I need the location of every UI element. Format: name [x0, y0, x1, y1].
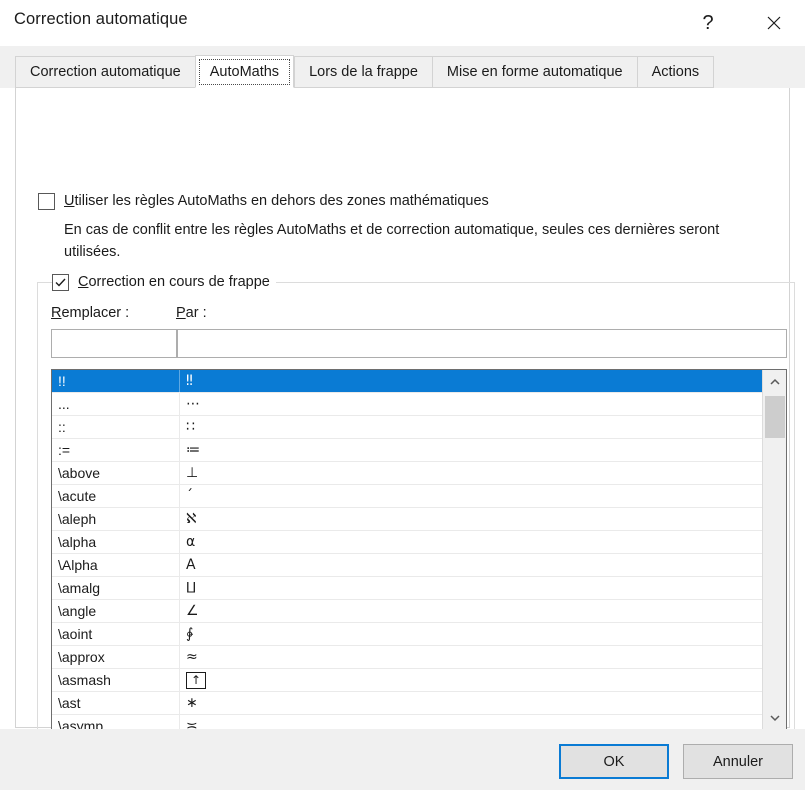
- table-row[interactable]: \alpha α: [52, 530, 762, 554]
- table-row[interactable]: \Alpha Α: [52, 553, 762, 577]
- row-with-value: ⋯: [186, 395, 200, 412]
- tab-automaths[interactable]: AutoMaths: [194, 55, 295, 88]
- list-scrollbar[interactable]: [762, 370, 786, 730]
- row-with-value: ≈: [186, 648, 198, 665]
- row-replace-value: \aleph: [52, 507, 180, 531]
- row-replace-value: \above: [52, 461, 180, 485]
- checkbox-use-automath-outside[interactable]: Utiliser les règles AutoMaths en dehors …: [38, 193, 489, 210]
- help-icon[interactable]: ?: [685, 0, 731, 46]
- title-bar: Correction automatique ?: [0, 0, 805, 46]
- table-row[interactable]: \approx ≈: [52, 645, 762, 669]
- table-row[interactable]: \acute ´: [52, 484, 762, 508]
- checkbox-label-rest: tiliser les règles AutoMaths en dehors d…: [74, 193, 489, 209]
- replace-label-rest: emplacer :: [61, 305, 130, 321]
- tab-content-panel: Utiliser les règles AutoMaths en dehors …: [15, 88, 795, 790]
- table-row[interactable]: \ast ∗: [52, 691, 762, 715]
- replace-input[interactable]: [51, 329, 177, 358]
- row-replace-value: \Alpha: [52, 553, 180, 577]
- row-with-value: ´: [186, 487, 193, 504]
- chevron-up-icon[interactable]: [763, 370, 786, 394]
- tab-lors-de-la-frappe[interactable]: Lors de la frappe: [294, 56, 432, 88]
- table-row[interactable]: \angle ∠: [52, 599, 762, 623]
- row-with-value: ∷: [186, 418, 195, 435]
- tab-list: Correction automatique AutoMaths Lors de…: [15, 55, 715, 88]
- table-row[interactable]: \aleph ℵ: [52, 507, 762, 531]
- row-with-value: ⊥: [186, 464, 199, 481]
- table-row[interactable]: \asmash ↑: [52, 668, 762, 692]
- tab-strip: Correction automatique AutoMaths Lors de…: [0, 46, 805, 88]
- tab-mise-en-forme-automatique[interactable]: Mise en forme automatique: [431, 56, 637, 88]
- row-with-value: ≔: [186, 441, 200, 458]
- table-row[interactable]: :: ∷: [52, 415, 762, 439]
- row-replace-value: \ast: [52, 691, 180, 715]
- row-replace-value: \acute: [52, 484, 180, 508]
- row-replace-value: \asmash: [52, 668, 180, 692]
- row-replace-value: \angle: [52, 599, 180, 623]
- checkbox-correction-while-typing[interactable]: Correction en cours de frappe: [52, 274, 276, 291]
- with-label-rest: ar :: [185, 305, 207, 321]
- window-title: Correction automatique: [14, 10, 188, 28]
- chevron-down-icon[interactable]: [763, 706, 786, 730]
- checkbox-label-rest: orrection en cours de frappe: [88, 274, 270, 290]
- button-label: OK: [603, 753, 625, 770]
- row-with-value: ↑: [180, 669, 207, 692]
- table-row[interactable]: \aoint ∳: [52, 622, 762, 646]
- tab-actions[interactable]: Actions: [636, 56, 715, 88]
- checkbox-label: Utiliser les règles AutoMaths en dehors …: [64, 193, 489, 209]
- cancel-button[interactable]: Annuler: [683, 744, 793, 779]
- table-row[interactable]: \amalg ⨿: [52, 576, 762, 600]
- row-replace-value: \approx: [52, 645, 180, 669]
- row-replace-value: !!: [52, 370, 180, 393]
- table-row[interactable]: \above ⊥: [52, 461, 762, 485]
- ok-button[interactable]: OK: [559, 744, 669, 779]
- row-with-value: ∗: [186, 694, 198, 711]
- replacements-list-rows: !! ‼... ⋯:: ∷:= ≔ \above ⊥ \acute ´ \aleph ℵ \alpha…: [52, 370, 762, 730]
- row-replace-value: \alpha: [52, 530, 180, 554]
- row-with-value: ∠: [186, 602, 199, 619]
- row-with-value: ‼: [186, 372, 193, 389]
- checkbox-label: Correction en cours de frappe: [78, 274, 270, 290]
- checkbox-box[interactable]: [38, 193, 55, 210]
- with-label: Par :: [176, 305, 207, 321]
- with-input[interactable]: [177, 329, 787, 358]
- row-replace-value: \aoint: [52, 622, 180, 646]
- tab-label: Actions: [651, 64, 700, 80]
- row-replace-value: \amalg: [52, 576, 180, 600]
- close-icon[interactable]: [751, 0, 797, 46]
- row-with-value: α: [186, 533, 196, 550]
- row-replace-value: ::: [52, 415, 180, 439]
- row-with-value: ⨿: [186, 579, 197, 596]
- row-replace-value: :=: [52, 438, 180, 462]
- tab-label: Mise en forme automatique: [446, 64, 623, 80]
- replacements-list[interactable]: !! ‼... ⋯:: ∷:= ≔ \above ⊥ \acute ´ \aleph ℵ \alpha…: [51, 369, 787, 731]
- table-row[interactable]: := ≔: [52, 438, 762, 462]
- tab-correction-automatique[interactable]: Correction automatique: [15, 56, 195, 88]
- table-row[interactable]: !! ‼: [52, 370, 762, 393]
- replace-label: Remplacer :: [51, 305, 130, 321]
- tab-label: AutoMaths: [209, 63, 280, 80]
- row-with-value: Α: [186, 556, 196, 573]
- table-row[interactable]: ... ⋯: [52, 392, 762, 416]
- button-label: Annuler: [713, 753, 763, 770]
- boxed-glyph: ↑: [186, 671, 207, 689]
- autocorrect-dialog: Correction automatique ? Correction auto…: [0, 0, 805, 790]
- scrollbar-thumb[interactable]: [765, 396, 785, 438]
- tab-label: Correction automatique: [30, 64, 181, 80]
- row-with-value: ∳: [186, 625, 194, 642]
- conflict-description: En cas de conflit entre les règles AutoM…: [64, 222, 720, 260]
- row-replace-value: ...: [52, 392, 180, 416]
- tab-label: Lors de la frappe: [309, 64, 418, 80]
- row-with-value: ℵ: [186, 510, 197, 527]
- checkbox-box[interactable]: [52, 274, 69, 291]
